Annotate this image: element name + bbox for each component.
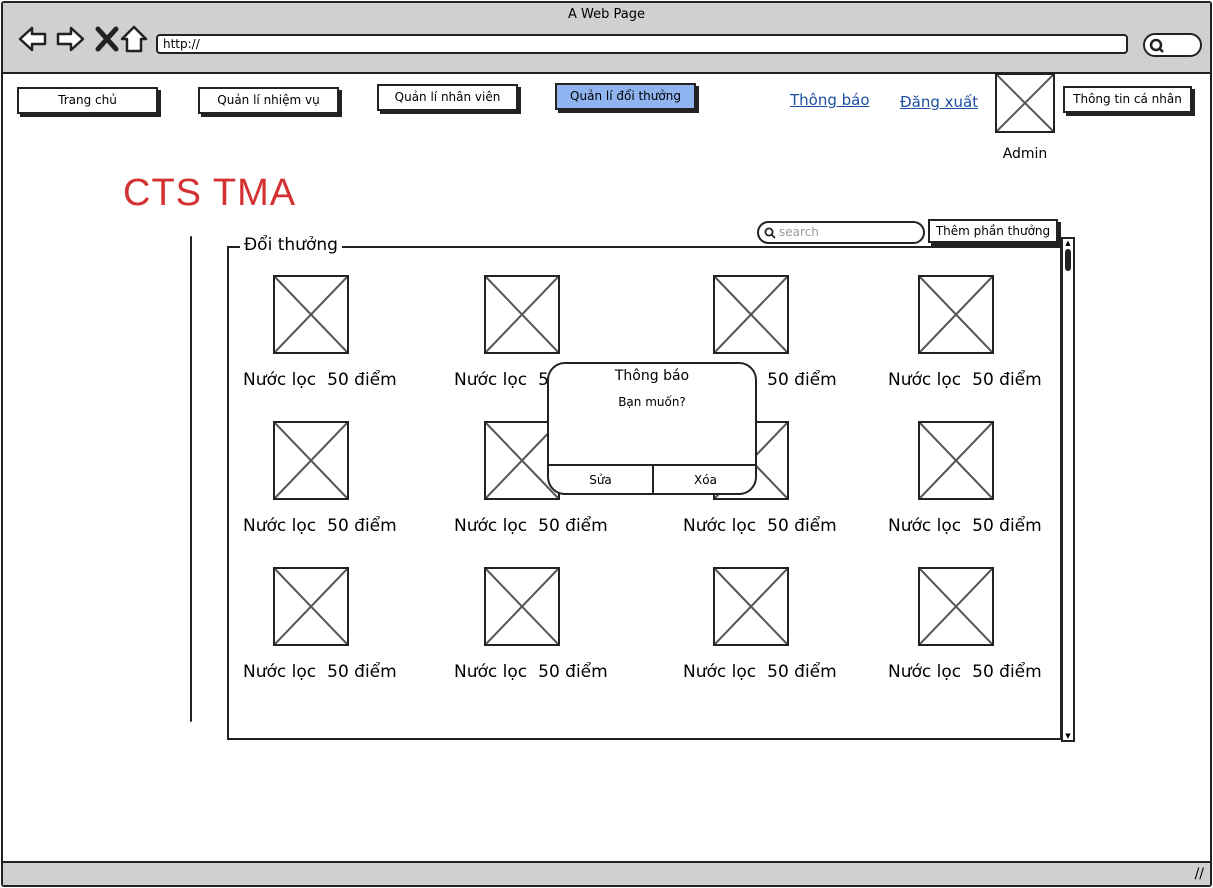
reward-caption: Nước lọc 50 điểm bbox=[243, 370, 397, 390]
delete-button[interactable]: Xóa bbox=[654, 466, 755, 493]
reward-name: Nước lọc bbox=[454, 516, 528, 536]
search-icon bbox=[1149, 38, 1164, 53]
reward-name: Nước lọc bbox=[454, 370, 528, 390]
reward-points: 50 điểm bbox=[538, 662, 608, 682]
image-placeholder-icon bbox=[714, 276, 788, 353]
reward-caption: Nước lọc 50 điểm bbox=[454, 516, 608, 536]
image-placeholder-icon bbox=[485, 276, 559, 353]
avatar[interactable] bbox=[995, 73, 1055, 133]
reward-image[interactable] bbox=[918, 421, 994, 500]
reward-image[interactable] bbox=[713, 567, 789, 646]
image-placeholder-icon bbox=[919, 276, 993, 353]
scroll-up-icon[interactable]: ▲ bbox=[1063, 239, 1073, 247]
image-placeholder-icon bbox=[274, 276, 348, 353]
resize-grip-icon[interactable]: // bbox=[1195, 866, 1204, 882]
reward-caption: Nước lọc 50 điểm bbox=[888, 662, 1042, 682]
browser-search[interactable] bbox=[1143, 33, 1202, 57]
reward-points: 50 điểm bbox=[972, 516, 1042, 536]
reward-points: 50 điểm bbox=[538, 516, 608, 536]
search-icon bbox=[764, 227, 776, 239]
action-dialog: Thông báo Bạn muốn? Sửa Xóa bbox=[547, 362, 757, 495]
edit-button[interactable]: Sửa bbox=[549, 466, 652, 493]
brand-title: CTS TMA bbox=[123, 172, 297, 214]
reward-caption: Nước lọc 50 điểm bbox=[888, 516, 1042, 536]
reward-name: Nước lọc bbox=[454, 662, 528, 682]
forward-arrow-icon[interactable] bbox=[54, 23, 86, 55]
reward-image[interactable] bbox=[484, 275, 560, 354]
scroll-down-icon[interactable]: ▼ bbox=[1063, 732, 1073, 740]
image-placeholder-icon bbox=[274, 568, 348, 645]
reward-points: 50 điểm bbox=[767, 370, 837, 390]
reward-image[interactable] bbox=[273, 567, 349, 646]
reward-points: 50 điểm bbox=[767, 516, 837, 536]
image-placeholder-icon bbox=[919, 422, 993, 499]
reward-name: Nước lọc bbox=[243, 662, 317, 682]
reward-image[interactable] bbox=[713, 275, 789, 354]
reward-name: Nước lọc bbox=[888, 370, 962, 390]
add-reward-button[interactable]: Thêm phần thưởng bbox=[928, 219, 1058, 243]
section-divider bbox=[190, 236, 192, 722]
reward-image[interactable] bbox=[918, 275, 994, 354]
nav-staff-button[interactable]: Quản lí nhân viên bbox=[377, 84, 518, 111]
reward-points: 50 điểm bbox=[767, 662, 837, 682]
reward-caption: Nước lọc 50 điểm bbox=[683, 662, 837, 682]
reward-name: Nước lọc bbox=[243, 516, 317, 536]
reward-points: 50 điểm bbox=[972, 662, 1042, 682]
image-placeholder-icon bbox=[714, 568, 788, 645]
status-bar: // bbox=[3, 861, 1210, 885]
reward-caption: Nước lọc 50 điểm bbox=[888, 370, 1042, 390]
window-title: A Web Page bbox=[568, 7, 645, 22]
nav-home-button[interactable]: Trang chủ bbox=[17, 87, 158, 114]
reward-image[interactable] bbox=[918, 567, 994, 646]
reward-points: 50 điểm bbox=[327, 516, 397, 536]
reward-points: 50 điểm bbox=[327, 662, 397, 682]
home-icon[interactable] bbox=[118, 23, 150, 55]
reward-points: 50 điểm bbox=[972, 370, 1042, 390]
back-arrow-icon[interactable] bbox=[17, 23, 49, 55]
reward-name: Nước lọc bbox=[683, 662, 757, 682]
nav-tasks-button[interactable]: Quản lí nhiệm vụ bbox=[198, 87, 339, 114]
image-placeholder-icon bbox=[996, 74, 1054, 132]
reward-image[interactable] bbox=[484, 567, 560, 646]
image-placeholder-icon bbox=[919, 568, 993, 645]
reward-name: Nước lọc bbox=[683, 516, 757, 536]
scroll-thumb[interactable] bbox=[1065, 249, 1071, 271]
browser-titlebar: A Web Page http:// bbox=[3, 3, 1210, 74]
nav-rewards-button[interactable]: Quản lí đổi thưởng bbox=[555, 83, 696, 110]
reward-caption: Nước lọc 50 điểm bbox=[243, 662, 397, 682]
user-name: Admin bbox=[1002, 146, 1048, 162]
reward-image[interactable] bbox=[273, 421, 349, 500]
reward-caption: Nước lọc 50 điểm bbox=[683, 516, 837, 536]
dialog-title: Thông báo bbox=[614, 368, 690, 384]
search-input[interactable]: search bbox=[757, 221, 925, 244]
image-placeholder-icon bbox=[485, 568, 559, 645]
reward-points: 50 điểm bbox=[327, 370, 397, 390]
panel-scrollbar[interactable]: ▲ ▼ bbox=[1061, 237, 1075, 742]
profile-button[interactable]: Thông tin cá nhân bbox=[1063, 86, 1192, 113]
logout-link[interactable]: Đăng xuất bbox=[900, 93, 978, 111]
dialog-message: Bạn muốn? bbox=[618, 395, 686, 409]
reward-name: Nước lọc bbox=[243, 370, 317, 390]
reward-name: Nước lọc bbox=[888, 662, 962, 682]
notifications-link[interactable]: Thông báo bbox=[790, 91, 870, 109]
reward-name: Nước lọc bbox=[888, 516, 962, 536]
search-placeholder: search bbox=[779, 225, 819, 239]
url-bar[interactable]: http:// bbox=[156, 34, 1128, 54]
panel-title: Đổi thưởng bbox=[240, 235, 342, 255]
reward-caption: Nước lọc 50 điểm bbox=[243, 516, 397, 536]
reward-image[interactable] bbox=[273, 275, 349, 354]
reward-caption: Nước lọc 50 điểm bbox=[454, 662, 608, 682]
image-placeholder-icon bbox=[274, 422, 348, 499]
